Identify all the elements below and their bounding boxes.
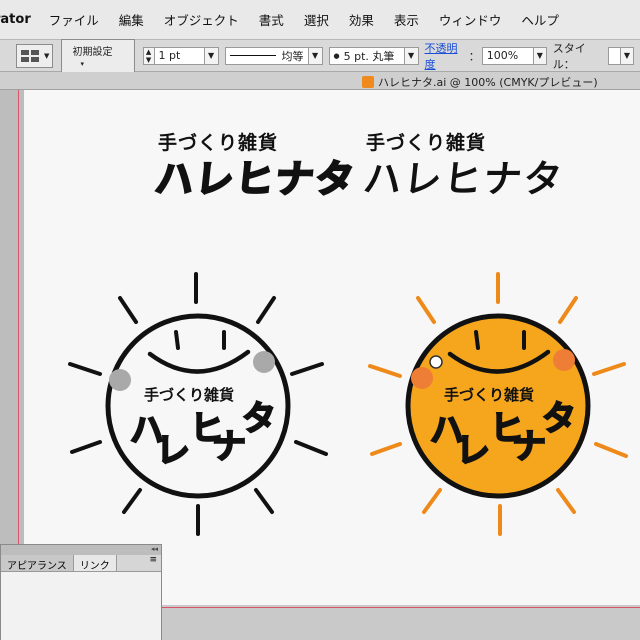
panel-tabs: アピアランス リンク ≡ (1, 555, 161, 572)
stroke-line-icon (229, 55, 276, 56)
document-tab-row: ハレヒナタ.ai @ 100% (CMYK/プレビュー) (0, 72, 640, 90)
brush-control: ● 5 pt. 丸筆 ▼ (328, 46, 419, 65)
app-name[interactable]: rator (0, 12, 39, 27)
sun-letter-re-color: レ (456, 431, 490, 471)
stroke-profile-label: 均等 (281, 49, 304, 63)
brush-select[interactable]: ● 5 pt. 丸筆 (328, 46, 405, 65)
sun-tagline-color: 手づくり雑貨 (444, 386, 534, 404)
opacity-colon: ： (468, 49, 480, 63)
chevron-down-icon: ▼ (44, 51, 50, 60)
brush-dropdown[interactable]: ▼ (404, 46, 419, 65)
menu-type[interactable]: 書式 (249, 10, 294, 29)
logo-outline-brand[interactable]: ハレヒナタ (152, 148, 359, 203)
menu-bar: rator ファイル 編集 オブジェクト 書式 選択 効果 表示 ウィンドウ ヘ… (0, 0, 640, 40)
chevron-down-icon: ▾ (80, 59, 84, 68)
logo-solid-brand[interactable]: ハレヒナタ (361, 148, 567, 203)
graphic-style-swatch[interactable]: ▼ (16, 43, 54, 68)
document-tab[interactable]: ハレヒナタ.ai @ 100% (CMYK/プレビュー) (362, 74, 598, 90)
menu-select[interactable]: 選択 (294, 10, 339, 29)
sun-tagline: 手づくり雑貨 (144, 386, 234, 404)
sun-letter-na: ナ (212, 427, 246, 467)
menu-window[interactable]: ウィンドウ (429, 10, 512, 29)
stroke-weight-input[interactable]: 1 pt (154, 46, 205, 65)
stroke-profile-select[interactable]: 均等 (224, 46, 309, 65)
opacity-dropdown[interactable]: ▼ (533, 46, 547, 65)
stroke-profile-dropdown[interactable]: ▼ (308, 46, 323, 65)
panel-body (1, 571, 161, 640)
stroke-weight-dropdown[interactable]: ▼ (204, 46, 219, 65)
right-cheek (253, 351, 275, 373)
opacity-control: 不透明度 ： 100% ▼ (425, 40, 547, 72)
brush-dot-icon: ● (333, 51, 340, 60)
sun-logo-outline[interactable]: 手づくり雑貨 ハ レ ヒ ナ タ (64, 266, 334, 546)
menu-object[interactable]: オブジェクト (154, 10, 249, 29)
tab-links[interactable]: リンク (73, 555, 117, 572)
document-title: ハレヒナタ.ai @ 100% (CMYK/プレビュー) (378, 76, 598, 89)
menu-file[interactable]: ファイル (39, 10, 109, 29)
menu-help[interactable]: ヘルプ (511, 10, 569, 29)
artboard-guide-horizontal (160, 607, 640, 608)
style-control: スタイル： ▼ (553, 40, 634, 72)
stroke-weight-stepper[interactable]: ▲ ▼ (142, 46, 155, 65)
sun-logo-color[interactable]: 手づくり雑貨 ハ レ ヒ ナ タ (348, 266, 638, 546)
right-cheek-color (553, 349, 575, 371)
artboard[interactable]: 手づくり雑貨 ハレヒナタ 手づくり雑貨 ハレヒナタ 手づくり雑貨 ハ レ ヒ ナ… (24, 90, 640, 605)
panel-menu-icon[interactable]: ≡ (145, 555, 161, 571)
left-cheek (109, 369, 131, 391)
sun-letter-ta-color: タ (542, 399, 576, 439)
style-swatch[interactable] (607, 46, 621, 65)
style-dropdown[interactable]: ▼ (620, 46, 634, 65)
initial-style-dropdown[interactable]: 初期設定 ▾ (61, 38, 135, 73)
brush-label: 5 pt. 丸筆 (343, 49, 395, 63)
menu-view[interactable]: 表示 (384, 10, 429, 29)
menu-effect[interactable]: 効果 (339, 10, 384, 29)
sun-letter-na-color: ナ (512, 427, 546, 467)
menu-edit[interactable]: 編集 (109, 10, 154, 29)
zoom-cursor-icon (429, 355, 443, 369)
sun-letter-ta: タ (242, 399, 276, 439)
style-label: スタイル： (552, 41, 586, 71)
tab-appearance[interactable]: アピアランス (1, 555, 74, 572)
control-bar: ▼ 初期設定 ▾ ▲ ▼ 1 pt ▼ 均等 ▼ ● 5 pt. 丸筆 ▼ 不透明… (0, 38, 640, 73)
opacity-input[interactable]: 100% (481, 46, 534, 65)
grid-icon (21, 49, 40, 62)
stroke-profile-control: 均等 ▼ (224, 46, 323, 65)
collapse-icon[interactable]: ◂◂ (151, 545, 158, 555)
ai-file-icon (362, 76, 374, 88)
left-cheek-color (411, 367, 433, 389)
panel-title-bar[interactable]: ◂◂ (1, 545, 161, 555)
sun-letter-re: レ (156, 431, 190, 471)
appearance-links-panel: ◂◂ アピアランス リンク ≡ (0, 544, 162, 640)
opacity-link[interactable]: 不透明度 (425, 40, 465, 72)
stroke-weight-control: ▲ ▼ 1 pt ▼ (142, 46, 219, 65)
initial-style-label: 初期設定 (72, 46, 113, 58)
